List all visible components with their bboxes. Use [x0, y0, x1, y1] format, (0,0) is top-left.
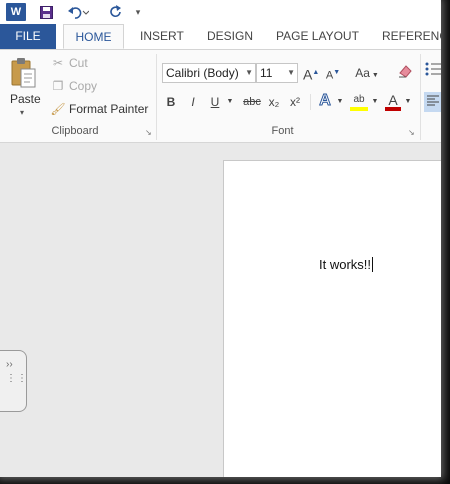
format-painter-button[interactable]: 🖌 Format Painter — [50, 102, 148, 116]
redo-icon[interactable] — [107, 3, 125, 21]
customize-toolbar-icon[interactable]: ▾ — [132, 3, 144, 21]
quick-access-toolbar: W ▾ — [0, 0, 441, 24]
paste-label[interactable]: Paste — [10, 92, 41, 106]
copy-icon: ❐ — [52, 79, 64, 93]
highlight-dropdown-icon[interactable]: ▼ — [370, 92, 380, 112]
font-color-icon: A — [388, 92, 398, 108]
document-area: It works!! ›› ⋮⋮ — [0, 143, 441, 477]
cut-button[interactable]: ✂ Cut — [50, 56, 88, 70]
clear-formatting-button[interactable] — [396, 63, 414, 83]
ribbon-tabs: FILE HOME INSERT DESIGN PAGE LAYOUT REFE… — [0, 24, 441, 50]
document-page[interactable]: It works!! — [223, 160, 441, 477]
text-cursor — [372, 257, 374, 272]
expand-arrows-icon: ›› — [6, 359, 13, 370]
underline-button[interactable]: U — [208, 92, 222, 112]
clipboard-group-label: Clipboard — [51, 125, 99, 137]
align-left-button[interactable] — [424, 92, 441, 112]
font-group-label: Font — [271, 125, 294, 137]
font-name-combo[interactable]: Calibri (Body) ▼ — [162, 63, 256, 83]
paste-dropdown-icon[interactable]: ▾ — [20, 108, 24, 117]
eraser-icon — [399, 65, 412, 78]
paste-button[interactable] — [8, 54, 42, 94]
change-case-button[interactable]: Aa ▼ — [352, 63, 382, 83]
italic-button[interactable]: I — [186, 92, 200, 112]
font-color-dropdown-icon[interactable]: ▼ — [403, 92, 413, 112]
font-size-value: 11 — [260, 66, 273, 80]
group-divider — [420, 54, 421, 140]
document-text-content: It works!! — [319, 257, 372, 272]
bullets-icon — [425, 62, 441, 76]
font-launcher-icon[interactable]: ↘ — [408, 129, 416, 137]
paste-icon — [11, 58, 36, 88]
highlight-button[interactable]: ab — [349, 90, 369, 111]
clipboard-launcher-icon[interactable]: ↘ — [145, 129, 153, 137]
divider — [310, 94, 311, 110]
bullets-button[interactable] — [425, 62, 441, 82]
copy-button[interactable]: ❐ Copy — [50, 79, 97, 93]
shrink-font-button[interactable]: A▼ — [325, 63, 341, 83]
copy-label: Copy — [69, 79, 98, 93]
font-size-combo[interactable]: 11 ▼ — [256, 63, 298, 83]
chevron-down-icon: ▼ — [287, 68, 295, 77]
font-name-value: Calibri (Body) — [166, 66, 239, 80]
change-case-icon: Aa — [355, 66, 370, 80]
word-window: W ▾ FILE HOME INSERT DESIGN PAGE LAYOUT … — [0, 0, 441, 477]
tab-references[interactable]: REFERENCE — [382, 24, 441, 49]
bold-button[interactable]: B — [164, 92, 178, 112]
subscript-button[interactable]: x₂ — [266, 92, 282, 112]
tab-page-layout[interactable]: PAGE LAYOUT — [276, 24, 359, 49]
group-divider — [156, 54, 157, 140]
text-effects-dropdown-icon[interactable]: ▼ — [335, 92, 345, 112]
tab-design[interactable]: DESIGN — [207, 24, 253, 49]
grip-icon: ⋮⋮ — [6, 373, 28, 384]
tab-insert[interactable]: INSERT — [140, 24, 184, 49]
superscript-button[interactable]: x² — [287, 92, 303, 112]
highlight-color-swatch — [350, 107, 368, 111]
scissors-icon: ✂ — [52, 56, 64, 70]
font-color-swatch — [385, 107, 401, 111]
word-logo-icon[interactable]: W — [6, 3, 26, 21]
undo-icon[interactable] — [66, 3, 90, 21]
grow-font-icon: A — [303, 66, 313, 83]
tab-file[interactable]: FILE — [0, 24, 56, 49]
grow-font-button[interactable]: A▲ — [303, 63, 319, 83]
tab-home[interactable]: HOME — [63, 24, 124, 49]
font-color-button[interactable]: A — [384, 90, 402, 111]
document-text[interactable]: It works!! — [319, 257, 374, 272]
chevron-down-icon: ▼ — [245, 68, 253, 77]
paintbrush-icon: 🖌 — [50, 102, 66, 116]
format-painter-label: Format Painter — [69, 102, 149, 116]
save-icon[interactable] — [38, 3, 54, 21]
align-left-icon — [426, 95, 439, 106]
cut-label: Cut — [69, 56, 88, 70]
underline-dropdown-icon[interactable]: ▼ — [225, 92, 235, 112]
strikethrough-button[interactable]: abc — [241, 92, 263, 112]
text-effects-button[interactable]: A — [317, 91, 333, 111]
highlighter-icon: ab — [353, 94, 365, 105]
ribbon-home: Paste ▾ ✂ Cut ❐ Copy 🖌 Format Painter Clipb… — [0, 50, 441, 143]
side-panel-handle[interactable]: ›› ⋮⋮ — [0, 350, 27, 412]
